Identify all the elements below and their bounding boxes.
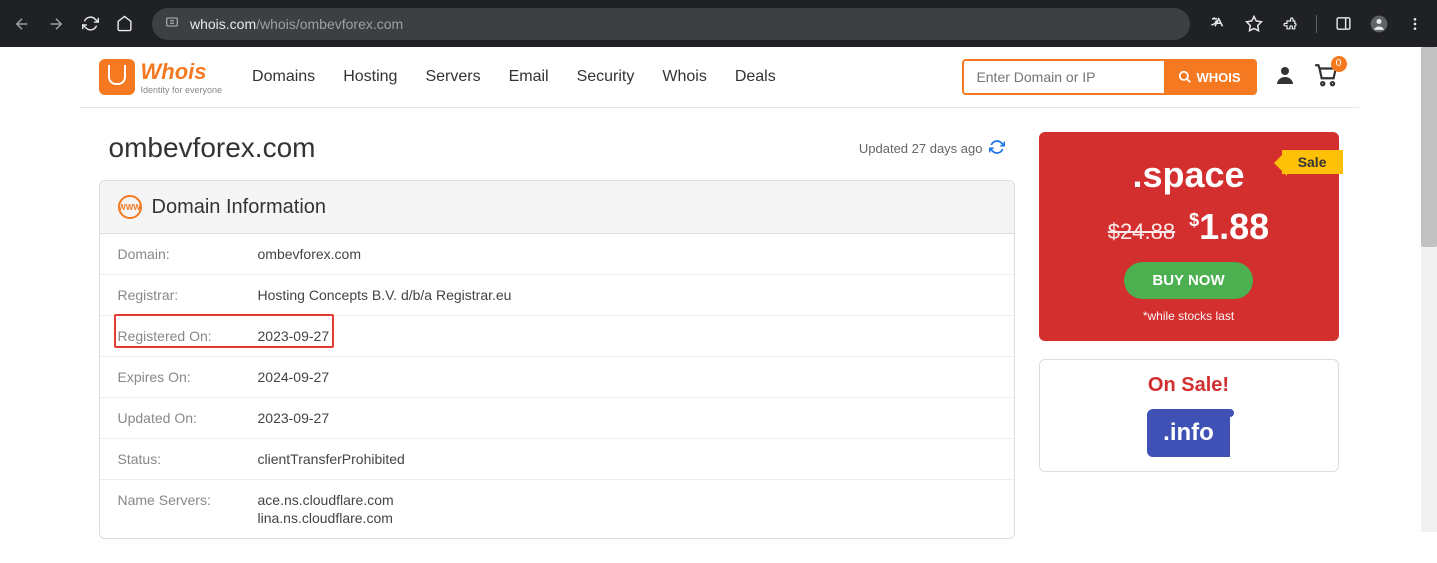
info-label: Updated On: bbox=[118, 410, 258, 426]
buy-button[interactable]: BUY NOW bbox=[1124, 262, 1252, 299]
info-label: Registrar: bbox=[118, 287, 258, 303]
updated-text: Updated 27 days ago bbox=[859, 141, 983, 156]
sidepanel-icon[interactable] bbox=[1329, 10, 1357, 38]
stock-note: *while stocks last bbox=[1057, 309, 1321, 323]
logo-mark bbox=[99, 59, 135, 95]
profile-icon[interactable] bbox=[1365, 10, 1393, 38]
translate-icon[interactable] bbox=[1204, 10, 1232, 38]
logo-text: Whois bbox=[141, 59, 207, 84]
info-value: clientTransferProhibited bbox=[258, 451, 405, 467]
home-button[interactable] bbox=[110, 10, 138, 38]
info-row: Updated On:2023-09-27 bbox=[100, 398, 1014, 439]
info-label: Status: bbox=[118, 451, 258, 467]
new-price: $1.88 bbox=[1189, 206, 1269, 248]
www-icon: WWW bbox=[118, 195, 142, 219]
nav-domains[interactable]: Domains bbox=[252, 68, 315, 86]
info-value: 2024-09-27 bbox=[258, 369, 330, 385]
domain-info-card: WWW Domain Information Domain:ombevforex… bbox=[99, 180, 1015, 539]
card-header: WWW Domain Information bbox=[100, 181, 1014, 234]
info-tld-badge[interactable]: .info bbox=[1147, 409, 1230, 457]
cart-count: 0 bbox=[1331, 56, 1347, 72]
info-row: Registrar:Hosting Concepts B.V. d/b/a Re… bbox=[100, 275, 1014, 316]
info-label: Registered On: bbox=[118, 328, 258, 344]
nav-whois[interactable]: Whois bbox=[662, 68, 706, 86]
main-nav: Domains Hosting Servers Email Security W… bbox=[252, 68, 776, 86]
search-icon bbox=[1178, 70, 1192, 84]
nav-servers[interactable]: Servers bbox=[425, 68, 480, 86]
site-info-icon[interactable] bbox=[164, 14, 180, 33]
account-icon[interactable] bbox=[1273, 63, 1297, 92]
search-button-label: WHOIS bbox=[1196, 70, 1240, 85]
site-header: Whois Identity for everyone Domains Host… bbox=[79, 47, 1359, 108]
card-title: Domain Information bbox=[152, 196, 327, 219]
bookmark-icon[interactable] bbox=[1240, 10, 1268, 38]
nav-hosting[interactable]: Hosting bbox=[343, 68, 397, 86]
logo[interactable]: Whois Identity for everyone bbox=[99, 59, 223, 95]
onsale-title: On Sale! bbox=[1054, 374, 1324, 397]
info-row: Expires On:2024-09-27 bbox=[100, 357, 1014, 398]
reload-button[interactable] bbox=[76, 10, 104, 38]
updated-info: Updated 27 days ago bbox=[859, 139, 1005, 158]
promo-card: Sale .space $24.88 $1.88 BUY NOW *while … bbox=[1039, 132, 1339, 341]
nav-email[interactable]: Email bbox=[509, 68, 549, 86]
separator bbox=[1316, 15, 1317, 33]
info-label: Domain: bbox=[118, 246, 258, 262]
browser-toolbar: whois.com/whois/ombevforex.com bbox=[0, 0, 1437, 47]
scroll-thumb[interactable] bbox=[1421, 47, 1437, 247]
extensions-icon[interactable] bbox=[1276, 10, 1304, 38]
refresh-icon[interactable] bbox=[989, 139, 1005, 158]
logo-tagline: Identity for everyone bbox=[141, 85, 223, 95]
domain-search: WHOIS bbox=[962, 59, 1256, 95]
info-value: 2023-09-27 bbox=[258, 410, 330, 426]
info-label: Name Servers: bbox=[118, 492, 258, 526]
info-value: ombevforex.com bbox=[258, 246, 361, 262]
scrollbar[interactable] bbox=[1421, 47, 1437, 532]
info-value: Hosting Concepts B.V. d/b/a Registrar.eu bbox=[258, 287, 512, 303]
search-input[interactable] bbox=[964, 61, 1164, 93]
info-label: Expires On: bbox=[118, 369, 258, 385]
info-value: ace.ns.cloudflare.comlina.ns.cloudflare.… bbox=[258, 492, 394, 526]
page-title: ombevforex.com bbox=[109, 132, 316, 164]
old-price: $24.88 bbox=[1108, 219, 1175, 245]
cart-icon[interactable]: 0 bbox=[1313, 62, 1339, 93]
sale-badge: Sale bbox=[1282, 150, 1343, 174]
back-button[interactable] bbox=[8, 10, 36, 38]
search-button[interactable]: WHOIS bbox=[1164, 61, 1254, 93]
forward-button[interactable] bbox=[42, 10, 70, 38]
info-row: Domain:ombevforex.com bbox=[100, 234, 1014, 275]
info-row: Name Servers:ace.ns.cloudflare.comlina.n… bbox=[100, 480, 1014, 538]
info-row: Registered On:2023-09-27 bbox=[100, 316, 1014, 357]
url-text: whois.com/whois/ombevforex.com bbox=[190, 16, 403, 32]
nav-deals[interactable]: Deals bbox=[735, 68, 776, 86]
menu-icon[interactable] bbox=[1401, 10, 1429, 38]
info-value: 2023-09-27 bbox=[258, 328, 330, 344]
address-bar[interactable]: whois.com/whois/ombevforex.com bbox=[152, 8, 1190, 40]
info-row: Status:clientTransferProhibited bbox=[100, 439, 1014, 480]
onsale-card: On Sale! .info bbox=[1039, 359, 1339, 472]
nav-security[interactable]: Security bbox=[577, 68, 635, 86]
